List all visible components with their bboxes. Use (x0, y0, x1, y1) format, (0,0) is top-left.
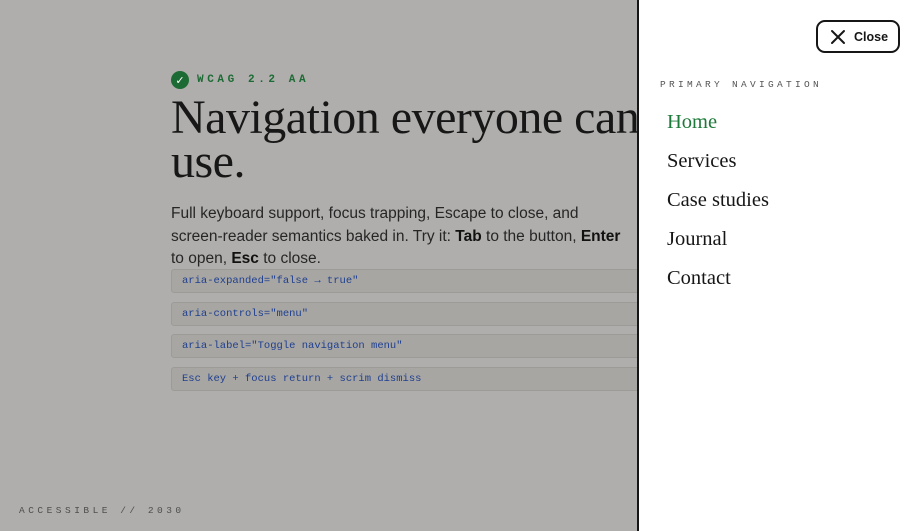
badge-label: WCAG 2.2 AA (197, 74, 310, 86)
aria-chip: aria-expanded="false → true" (171, 269, 638, 293)
compliance-badge: ✓ WCAG 2.2 AA (171, 71, 309, 89)
aria-chip: aria-label="Toggle navigation menu" (171, 334, 638, 359)
footer-mark: ACCESSIBLE // 2030 (19, 505, 185, 516)
intro-paragraph: Full keyboard support, focus trapping, E… (171, 203, 631, 271)
aria-chip: Esc key + focus return + scrim dismiss (171, 367, 638, 392)
aria-chip: aria-controls="menu" (171, 301, 638, 326)
nav-menu: Home Services Case studies Journal Conta… (667, 103, 769, 298)
key-enter: Enter (580, 227, 621, 245)
aria-chip-list: aria-expanded="false → true" aria-contro… (171, 269, 638, 400)
close-label: Close (854, 29, 889, 44)
navigation-drawer: Close PRIMARY NAVIGATION Home Services C… (637, 0, 920, 531)
close-icon (830, 29, 846, 45)
page-headline: Navigation everyone can actually use. (171, 91, 638, 188)
nav-item-services[interactable]: Services (667, 142, 769, 181)
key-esc: Esc (231, 250, 259, 267)
check-icon: ✓ (171, 71, 189, 89)
nav-heading: PRIMARY NAVIGATION (660, 79, 823, 90)
close-button[interactable]: Close (816, 20, 900, 53)
page-content: ✓ WCAG 2.2 AA Navigation everyone can ac… (0, 0, 638, 531)
nav-item-journal[interactable]: Journal (667, 220, 769, 259)
nav-item-case-studies[interactable]: Case studies (667, 181, 769, 220)
intro-text-3: to open, (171, 250, 232, 267)
intro-text-4: to close. (258, 250, 321, 267)
key-tab: Tab (455, 227, 482, 245)
intro-text-2: to the button, (481, 227, 581, 245)
nav-item-home[interactable]: Home (667, 103, 769, 142)
nav-item-contact[interactable]: Contact (667, 259, 769, 298)
